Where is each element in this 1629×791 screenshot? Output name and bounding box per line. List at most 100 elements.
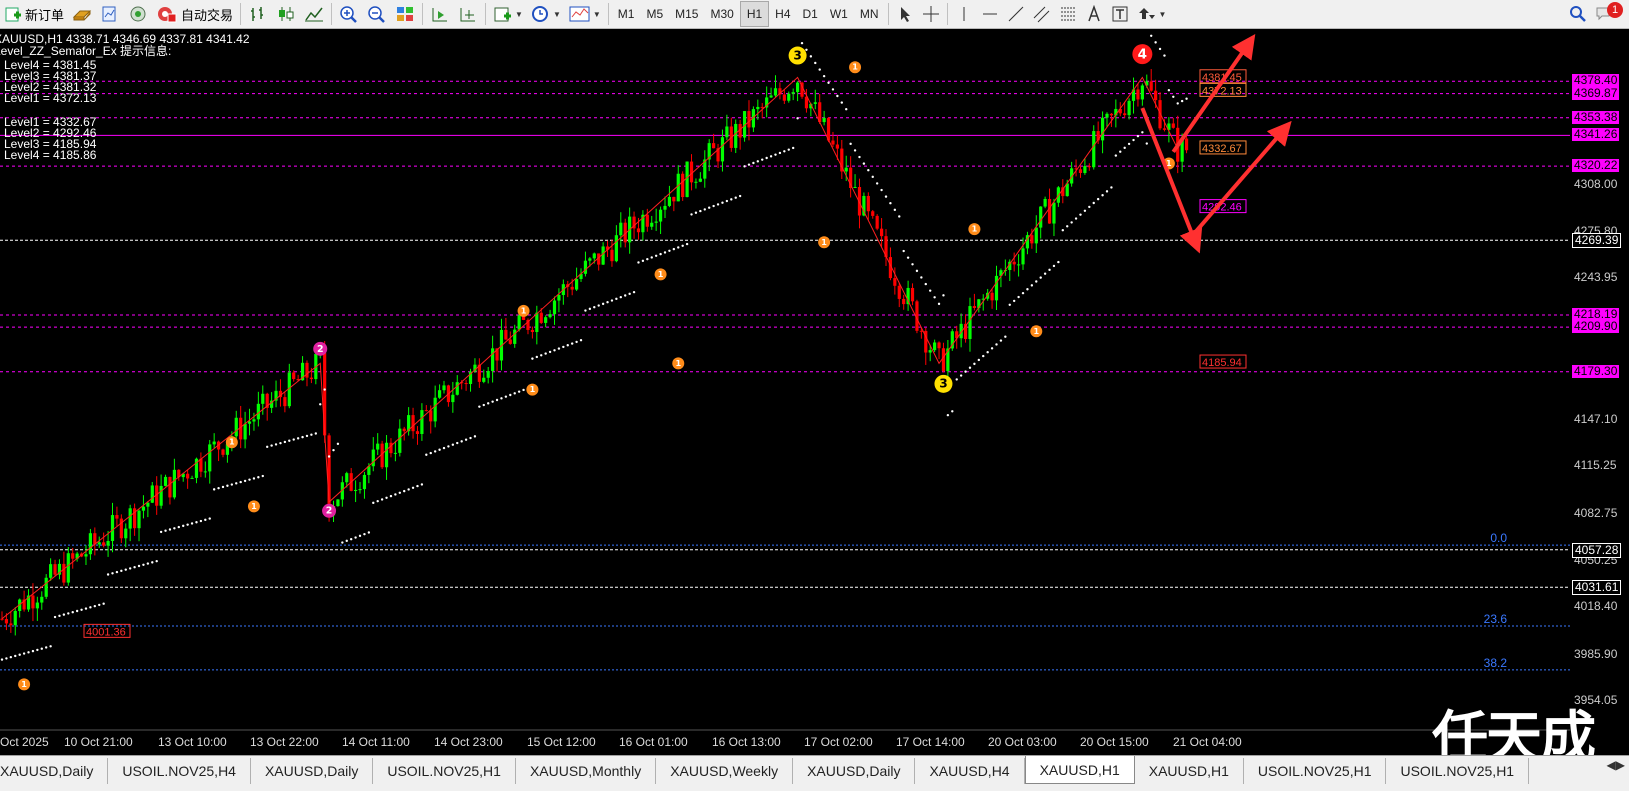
sar-dot bbox=[159, 530, 163, 534]
candle-body bbox=[513, 329, 517, 344]
time-scale[interactable]: Oct 2025 10 Oct 21:00 13 Oct 10:00 13 Oct 2… bbox=[0, 731, 1570, 755]
candle-chart-button[interactable] bbox=[272, 2, 300, 26]
zoom-out-button[interactable] bbox=[363, 2, 391, 26]
auto-scroll-button[interactable] bbox=[426, 2, 454, 26]
semafor-marker-label: 1 bbox=[821, 237, 827, 247]
sar-dot bbox=[884, 195, 888, 198]
chart-tab[interactable]: XAUUSD,Monthly bbox=[516, 758, 657, 784]
sar-dot bbox=[1052, 264, 1056, 268]
chart-tab[interactable]: USOIL.NOV25,H1 bbox=[1244, 758, 1387, 784]
price-scale[interactable]: 4308.00 4275.80 4243.95 4147.10 4115.25 4082.… bbox=[1570, 29, 1629, 731]
cursor-button[interactable] bbox=[892, 2, 918, 26]
text-button[interactable] bbox=[1081, 2, 1107, 26]
sar-dot bbox=[217, 486, 220, 490]
timeframe-d1[interactable]: D1 bbox=[797, 2, 824, 26]
sar-dot bbox=[252, 477, 256, 480]
timeframe-h1[interactable]: H1 bbox=[739, 1, 770, 27]
sar-dot bbox=[699, 209, 702, 213]
sar-dot bbox=[482, 403, 485, 407]
sar-dot bbox=[973, 362, 976, 366]
sar-dot bbox=[509, 393, 512, 397]
sar-dot bbox=[45, 646, 48, 649]
line-chart-button[interactable] bbox=[300, 2, 328, 26]
zoom-in-button[interactable] bbox=[335, 2, 363, 26]
chart-tab[interactable]: XAUUSD,Daily bbox=[793, 758, 916, 784]
chart-tab[interactable]: XAUUSD,H4 bbox=[915, 758, 1025, 784]
periods-button[interactable]: ▼ bbox=[527, 2, 565, 26]
chart-tab[interactable]: USOIL.NOV25,H1 bbox=[1386, 758, 1530, 784]
tile-windows-button[interactable] bbox=[391, 2, 419, 26]
tab-scroll-right-icon[interactable]: ▶ bbox=[1616, 758, 1625, 772]
tab-scroll-left-icon[interactable]: ◀ bbox=[1607, 758, 1616, 772]
indicators-button[interactable]: ▼ bbox=[489, 2, 527, 26]
chart-tab[interactable]: XAUUSD,H1 bbox=[1135, 758, 1244, 784]
time-tick-label: 21 Oct 04:00 bbox=[1173, 735, 1242, 749]
sar-dot bbox=[1114, 154, 1118, 157]
timeframe-m30[interactable]: M30 bbox=[704, 2, 739, 26]
candle-body bbox=[146, 502, 150, 507]
sar-dot bbox=[407, 488, 410, 491]
sar-dot bbox=[429, 451, 432, 455]
auto-trade-button[interactable]: 自动交易 bbox=[152, 2, 237, 26]
chart-shift-button[interactable] bbox=[454, 2, 482, 26]
fibonacci-button[interactable] bbox=[1055, 2, 1081, 26]
horizontal-line-button[interactable] bbox=[977, 2, 1003, 26]
sar-dot bbox=[778, 151, 782, 155]
sar-dot bbox=[40, 647, 43, 650]
candle-body bbox=[937, 342, 941, 349]
candle-body bbox=[1052, 202, 1056, 224]
equidistant-channel-button[interactable] bbox=[1029, 2, 1055, 26]
templates-button[interactable]: ▼ bbox=[565, 2, 605, 26]
vertical-line-button[interactable] bbox=[951, 2, 977, 26]
bar-chart-button[interactable] bbox=[244, 2, 272, 26]
sar-dot bbox=[111, 572, 114, 575]
candle-body bbox=[53, 564, 57, 575]
time-tick-label: 15 Oct 12:00 bbox=[527, 735, 596, 749]
price-chart[interactable]: 0.023.638.24381.454372.134332.674292.464… bbox=[0, 29, 1570, 731]
sar-dot bbox=[363, 532, 366, 536]
search-button[interactable] bbox=[1565, 2, 1591, 26]
chart-tab[interactable]: XAUUSD,H1 bbox=[1024, 756, 1135, 784]
tab-scroll-arrows[interactable]: ◀▶ bbox=[1607, 758, 1625, 772]
signal-button[interactable] bbox=[124, 2, 152, 26]
new-order-button[interactable]: 新订单 bbox=[0, 2, 68, 26]
sar-dot bbox=[575, 340, 578, 344]
sar-dot bbox=[380, 498, 384, 501]
chart-tab[interactable]: USOIL.NOV25,H1 bbox=[373, 758, 516, 784]
notifications-button[interactable]: 1 bbox=[1591, 2, 1623, 26]
sar-dot bbox=[765, 156, 768, 160]
candle-body bbox=[243, 423, 247, 440]
gold-bar-button[interactable] bbox=[68, 2, 96, 26]
timeframe-mn[interactable]: MN bbox=[854, 2, 885, 26]
timeframe-m15[interactable]: M15 bbox=[669, 2, 704, 26]
timeframe-w1[interactable]: W1 bbox=[824, 2, 854, 26]
sar-dot bbox=[155, 559, 158, 563]
text-label-icon bbox=[1112, 6, 1128, 22]
arrows-button[interactable]: ▼ bbox=[1133, 2, 1171, 26]
timeframe-h4[interactable]: H4 bbox=[769, 2, 796, 26]
candle-body bbox=[163, 476, 168, 486]
text-label-button[interactable] bbox=[1107, 2, 1133, 26]
timeframe-m5[interactable]: M5 bbox=[640, 2, 669, 26]
chart-tab[interactable]: XAUUSD,Daily bbox=[0, 758, 109, 784]
price-tick-label: 4082.75 bbox=[1574, 505, 1618, 520]
candle-body bbox=[62, 563, 66, 583]
crosshair-button[interactable] bbox=[918, 2, 944, 26]
timeframe-m1[interactable]: M1 bbox=[612, 2, 641, 26]
trendline-button[interactable] bbox=[1003, 2, 1029, 26]
sar-dot bbox=[1136, 134, 1140, 138]
sar-dot bbox=[336, 442, 340, 446]
sar-dot bbox=[668, 249, 671, 252]
candle-body bbox=[168, 476, 172, 498]
chart-tab[interactable]: USOIL.NOV25,H4 bbox=[108, 758, 251, 784]
chart-tab[interactable]: XAUUSD,Weekly bbox=[656, 758, 794, 784]
fibonacci-label: 0.0 bbox=[1490, 531, 1507, 545]
semafor-marker-label: 1 bbox=[521, 305, 527, 315]
candle-body bbox=[9, 623, 13, 626]
auto-trade-label: 自动交易 bbox=[181, 7, 234, 23]
chart-tab[interactable]: XAUUSD,Daily bbox=[251, 758, 374, 784]
sar-dot bbox=[469, 436, 472, 440]
candle-body bbox=[583, 260, 588, 274]
candle-body bbox=[734, 123, 738, 148]
report-button[interactable] bbox=[96, 2, 124, 26]
